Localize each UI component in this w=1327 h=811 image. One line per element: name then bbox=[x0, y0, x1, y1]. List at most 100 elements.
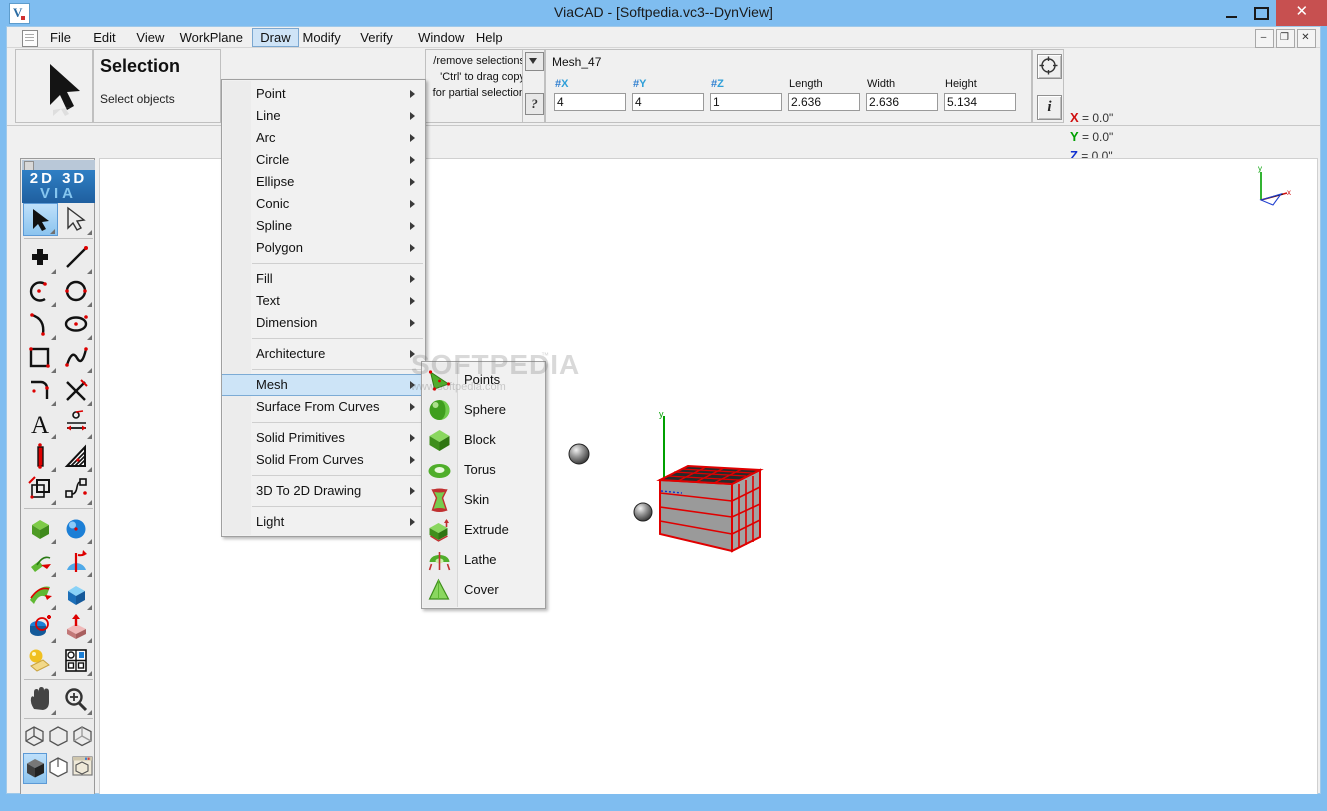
mesh-submenu-item-block[interactable]: Block bbox=[422, 425, 545, 455]
menu-view[interactable]: View bbox=[129, 28, 171, 47]
tool-select-partial-arrow-button[interactable] bbox=[59, 203, 94, 236]
view-window-button[interactable] bbox=[71, 753, 95, 784]
tool-hatch-button[interactable] bbox=[59, 440, 94, 473]
info-icon[interactable]: i bbox=[1037, 95, 1062, 120]
chevron-down-icon[interactable] bbox=[525, 52, 544, 71]
view-wire-button[interactable] bbox=[47, 722, 71, 753]
tool-cube-blue-button[interactable] bbox=[59, 578, 94, 611]
menu-draw[interactable]: Draw bbox=[252, 28, 299, 47]
draw-menu-item-circle[interactable]: Circle bbox=[222, 149, 425, 171]
width-field[interactable] bbox=[866, 93, 938, 111]
tool-fillet-button[interactable] bbox=[23, 374, 58, 407]
mesh-submenu-item-sphere[interactable]: Sphere bbox=[422, 395, 545, 425]
tool-text-button[interactable]: A bbox=[23, 407, 58, 440]
draw-menu-item-solid-primitives[interactable]: Solid Primitives bbox=[222, 427, 425, 449]
hint-line-1: /remove selections bbox=[433, 55, 525, 67]
chevron-right-icon bbox=[410, 112, 415, 120]
view-hidden-button[interactable] bbox=[71, 722, 95, 753]
mesh-submenu-item-torus[interactable]: Torus bbox=[422, 455, 545, 485]
tool-rectangle-button[interactable] bbox=[23, 341, 58, 374]
mdi-restore-button[interactable]: ❐ bbox=[1276, 29, 1295, 48]
tool-layers-button[interactable] bbox=[59, 644, 94, 677]
tool-render-button[interactable] bbox=[23, 644, 58, 677]
tool-pan-hand-button[interactable] bbox=[23, 683, 58, 716]
height-field[interactable] bbox=[944, 93, 1016, 111]
mesh-submenu-item-lathe[interactable]: Lathe bbox=[422, 545, 545, 575]
view-iso-button[interactable] bbox=[23, 722, 47, 753]
tool-sphere-solid-button[interactable] bbox=[59, 512, 94, 545]
mesh-submenu-item-cover[interactable]: Cover bbox=[422, 575, 545, 605]
draw-menu-item-text[interactable]: Text bbox=[222, 290, 425, 312]
tool-spline-edit-button[interactable] bbox=[59, 473, 94, 506]
menu-item-label: Solid Primitives bbox=[256, 430, 345, 445]
tool-zoom-magnifier-button[interactable] bbox=[59, 683, 94, 716]
tool-arc-button[interactable] bbox=[23, 275, 58, 308]
tool-move-copy-button[interactable] bbox=[23, 473, 58, 506]
draw-menu-item-arc[interactable]: Arc bbox=[222, 127, 425, 149]
mesh-submenu-item-extrude[interactable]: Extrude bbox=[422, 515, 545, 545]
view-shaded-button[interactable] bbox=[23, 753, 47, 784]
tool-point-button[interactable] bbox=[23, 242, 58, 275]
draw-menu-item-conic[interactable]: Conic bbox=[222, 193, 425, 215]
view-wireframe-icon bbox=[49, 757, 68, 778]
mesh-submenu-item-skin[interactable]: Skin bbox=[422, 485, 545, 515]
flyout-corner-icon bbox=[82, 539, 92, 544]
mesh-submenu-item-points[interactable]: Points bbox=[422, 365, 545, 395]
tool-wall-button[interactable] bbox=[23, 440, 58, 473]
panel-controls: ? bbox=[522, 49, 545, 123]
draw-menu-item-spline[interactable]: Spline bbox=[222, 215, 425, 237]
draw-menu-item-dimension[interactable]: Dimension bbox=[222, 312, 425, 334]
tool-extrude-button[interactable] bbox=[23, 545, 58, 578]
tool-select-arrow-button[interactable] bbox=[23, 203, 58, 236]
draw-menu-item-3d-to-2d-drawing[interactable]: 3D To 2D Drawing bbox=[222, 480, 425, 502]
draw-menu-item-architecture[interactable]: Architecture bbox=[222, 343, 425, 365]
axis-label-x: X bbox=[1070, 110, 1079, 125]
view-wireframe-button[interactable] bbox=[47, 753, 71, 784]
tool-ellipse-button[interactable] bbox=[59, 308, 94, 341]
draw-menu-item-light[interactable]: Light bbox=[222, 511, 425, 533]
draw-menu-item-mesh[interactable]: Mesh bbox=[222, 374, 425, 396]
object-name-label: Mesh_47 bbox=[552, 55, 602, 69]
count-z-field[interactable] bbox=[710, 93, 782, 111]
mdi-close-button[interactable]: ✕ bbox=[1297, 29, 1316, 48]
tool-sweep-button[interactable] bbox=[23, 578, 58, 611]
window-close-button[interactable]: ✕ bbox=[1276, 0, 1327, 26]
draw-menu-item-ellipse[interactable]: Ellipse bbox=[222, 171, 425, 193]
menu-workplane[interactable]: WorkPlane bbox=[173, 28, 250, 47]
menu-item-label: Mesh bbox=[256, 377, 288, 392]
menu-modify[interactable]: Modify bbox=[296, 28, 348, 47]
draw-menu-item-solid-from-curves[interactable]: Solid From Curves bbox=[222, 449, 425, 471]
draw-menu-item-fill[interactable]: Fill bbox=[222, 268, 425, 290]
count-x-field[interactable] bbox=[554, 93, 626, 111]
tool-curve-button[interactable] bbox=[23, 308, 58, 341]
palette-drag-handle[interactable] bbox=[22, 160, 95, 171]
draw-menu-item-polygon[interactable]: Polygon bbox=[222, 237, 425, 259]
menu-window[interactable]: Window bbox=[411, 28, 471, 47]
count-y-field[interactable] bbox=[632, 93, 704, 111]
window-minimize-button[interactable] bbox=[1216, 0, 1246, 26]
tool-line-button[interactable] bbox=[59, 242, 94, 275]
menu-verify[interactable]: Verify bbox=[353, 28, 400, 47]
menu-file[interactable]: File bbox=[43, 28, 78, 47]
tool-circle-button[interactable] bbox=[59, 275, 94, 308]
menu-help[interactable]: Help bbox=[469, 28, 510, 47]
target-icon[interactable] bbox=[1037, 54, 1062, 79]
help-button[interactable]: ? bbox=[525, 93, 544, 115]
tool-revolve-button[interactable] bbox=[59, 545, 94, 578]
draw-menu-item-surface-from-curves[interactable]: Surface From Curves bbox=[222, 396, 425, 418]
draw-menu-item-line[interactable]: Line bbox=[222, 105, 425, 127]
application-client-area: – ❐ ✕ File Edit View WorkPlane Draw Modify Verif… bbox=[6, 26, 1321, 804]
tool-trim-button[interactable] bbox=[59, 374, 94, 407]
menu-item-label: Surface From Curves bbox=[256, 399, 380, 414]
tool-dimension-button[interactable] bbox=[59, 407, 94, 440]
menu-edit[interactable]: Edit bbox=[86, 28, 122, 47]
tool-shell-button[interactable] bbox=[59, 611, 94, 644]
draw-menu-item-point[interactable]: Point bbox=[222, 83, 425, 105]
tool-block-solid-button[interactable] bbox=[23, 512, 58, 545]
length-field[interactable] bbox=[788, 93, 860, 111]
mdi-minimize-button[interactable]: – bbox=[1255, 29, 1274, 48]
window-maximize-button[interactable] bbox=[1246, 0, 1276, 26]
tool-spline-button[interactable] bbox=[59, 341, 94, 374]
tool-boolean-add-button[interactable] bbox=[23, 611, 58, 644]
menu-separator bbox=[252, 506, 423, 507]
